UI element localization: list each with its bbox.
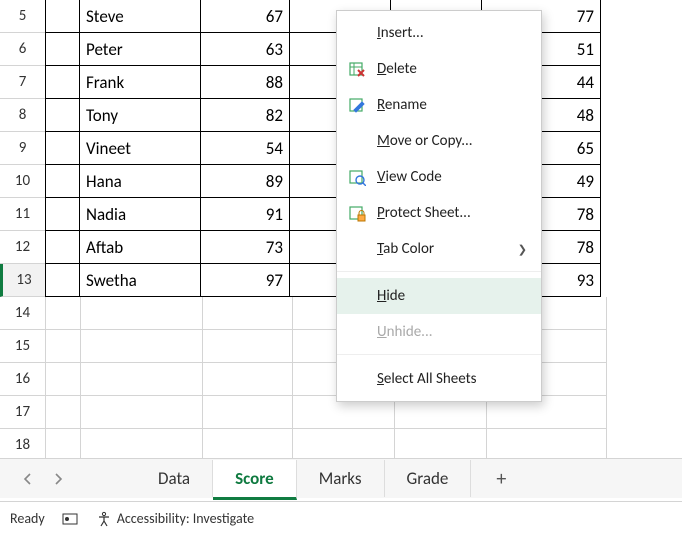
row-header[interactable]: 13 <box>0 264 45 297</box>
menu-hide[interactable]: Hide <box>337 278 541 314</box>
menu-label: Select All Sheets <box>377 370 527 388</box>
row-header[interactable]: 6 <box>0 33 45 66</box>
row-header[interactable]: 16 <box>0 363 45 396</box>
cell[interactable] <box>81 330 203 363</box>
cell[interactable]: 63 <box>200 32 290 66</box>
menu-move-copy[interactable]: Move or Copy... <box>337 123 541 159</box>
add-sheet-button[interactable]: + <box>471 467 511 491</box>
menu-protect-sheet[interactable]: Protect Sheet... <box>337 195 541 231</box>
menu-label: View Code <box>377 168 527 186</box>
sheet-tab-context-menu: Insert... Delete Rename Move or Copy... … <box>336 10 542 402</box>
menu-separator <box>337 354 541 361</box>
cell[interactable]: 97 <box>200 263 290 297</box>
cell[interactable]: 54 <box>200 131 290 165</box>
menu-select-all-sheets[interactable]: Select All Sheets <box>337 361 541 397</box>
menu-tab-color[interactable]: Tab Color ❯ <box>337 231 541 267</box>
cell[interactable]: Swetha <box>79 263 201 297</box>
blank-icon <box>347 369 367 389</box>
status-accessibility: Accessibility: Investigate <box>117 510 254 527</box>
row-header[interactable]: 12 <box>0 231 45 264</box>
blank-icon <box>347 131 367 151</box>
blank-icon <box>347 23 367 43</box>
menu-label: Move or Copy... <box>377 132 527 150</box>
tab-marks[interactable]: Marks <box>297 460 385 497</box>
row-header[interactable]: 17 <box>0 396 45 429</box>
cell[interactable]: 73 <box>200 230 290 264</box>
delete-sheet-icon <box>347 59 367 79</box>
status-ready: Ready <box>10 510 45 527</box>
row-header[interactable]: 9 <box>0 132 45 165</box>
cell[interactable]: Nadia <box>79 197 201 231</box>
row-header[interactable]: 11 <box>0 198 45 231</box>
protect-sheet-icon <box>347 203 367 223</box>
cell[interactable] <box>203 396 293 429</box>
menu-label: Protect Sheet... <box>377 204 527 222</box>
status-bar: Ready Accessibility: Investigate <box>0 501 682 535</box>
menu-unhide: Unhide... <box>337 314 541 350</box>
row-header[interactable]: 10 <box>0 165 45 198</box>
tab-data[interactable]: Data <box>136 460 213 497</box>
cell[interactable] <box>81 297 203 330</box>
menu-separator <box>337 271 541 278</box>
view-code-icon <box>347 167 367 187</box>
menu-view-code[interactable]: View Code <box>337 159 541 195</box>
row-header[interactable]: 8 <box>0 99 45 132</box>
row-header[interactable]: 7 <box>0 66 45 99</box>
macro-record-icon[interactable] <box>61 510 79 528</box>
cell[interactable]: 91 <box>200 197 290 231</box>
cell[interactable]: Peter <box>79 32 201 66</box>
cell[interactable]: Tony <box>79 98 201 132</box>
cell[interactable]: 89 <box>200 164 290 198</box>
tab-grade[interactable]: Grade <box>385 460 472 497</box>
cell[interactable]: Frank <box>79 65 201 99</box>
menu-label: Hide <box>377 287 527 305</box>
blank-icon <box>347 322 367 342</box>
menu-label: Insert... <box>377 24 527 42</box>
tab-nav-next[interactable] <box>46 467 70 491</box>
menu-insert[interactable]: Insert... <box>337 15 541 51</box>
cell[interactable]: Aftab <box>79 230 201 264</box>
cell[interactable] <box>203 330 293 363</box>
cell[interactable]: Vineet <box>79 131 201 165</box>
cell[interactable]: Hana <box>79 164 201 198</box>
rename-icon <box>347 95 367 115</box>
cell[interactable] <box>203 297 293 330</box>
menu-rename[interactable]: Rename <box>337 87 541 123</box>
cell[interactable]: 67 <box>200 0 290 33</box>
accessibility-icon[interactable] <box>95 510 113 528</box>
cell[interactable]: 88 <box>200 65 290 99</box>
menu-delete[interactable]: Delete <box>337 51 541 87</box>
cell[interactable] <box>81 396 203 429</box>
chevron-right-icon: ❯ <box>518 243 527 256</box>
row-header[interactable]: 15 <box>0 330 45 363</box>
cell[interactable]: Steve <box>79 0 201 33</box>
blank-icon <box>347 286 367 306</box>
cell[interactable] <box>81 363 203 396</box>
blank-icon <box>347 239 367 259</box>
menu-label: Tab Color <box>377 240 508 258</box>
tab-score[interactable]: Score <box>213 460 297 500</box>
row-header[interactable]: 5 <box>0 0 45 33</box>
row-headers: 5 6 7 8 9 10 11 12 13 14 15 16 17 18 <box>0 0 46 458</box>
menu-label: Unhide... <box>377 323 527 341</box>
cell[interactable] <box>203 363 293 396</box>
cell[interactable]: 82 <box>200 98 290 132</box>
sheet-tabs-bar: Data Score Marks Grade + <box>0 458 682 498</box>
menu-label: Rename <box>377 96 527 114</box>
row-header[interactable]: 14 <box>0 297 45 330</box>
tab-nav-prev[interactable] <box>16 467 40 491</box>
menu-label: Delete <box>377 60 527 78</box>
